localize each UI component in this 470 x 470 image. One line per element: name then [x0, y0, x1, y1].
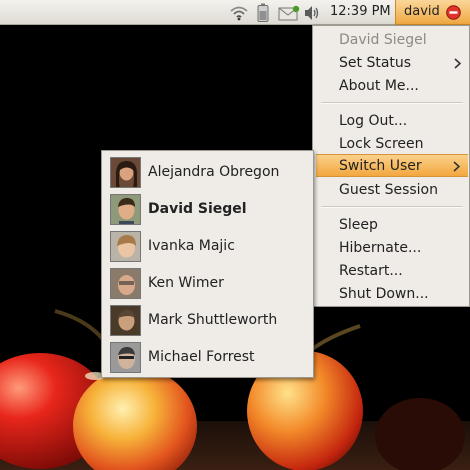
user-name: David Siegel: [148, 201, 247, 217]
menu-separator: [321, 206, 463, 208]
avatar: [110, 305, 141, 336]
avatar: [110, 268, 141, 299]
menu-item-restart[interactable]: Restart...: [313, 260, 469, 283]
menu-item-lock-screen[interactable]: Lock Screen: [313, 133, 469, 156]
user-name: Michael Forrest: [148, 349, 255, 365]
chevron-right-icon: [454, 52, 461, 75]
menu-item-about-me[interactable]: About Me...: [313, 75, 469, 98]
user-item-alejandra-obregon[interactable]: Alejandra Obregon: [107, 154, 310, 191]
menu-item-log-out[interactable]: Log Out...: [313, 110, 469, 133]
menu-item-switch-user[interactable]: Switch User: [316, 154, 468, 177]
menu-item-label: Set Status: [339, 55, 412, 71]
avatar: [110, 231, 141, 262]
user-name: Ken Wimer: [148, 275, 224, 291]
menu-item-label: Switch User: [339, 158, 422, 174]
top-panel: 12:39 PM david: [0, 0, 470, 25]
avatar: [110, 157, 141, 188]
chevron-right-icon: [453, 155, 460, 178]
menu-item-current-user: David Siegel: [339, 32, 427, 48]
user-item-ken-wimer[interactable]: Ken Wimer: [107, 265, 310, 302]
clock[interactable]: 12:39 PM: [330, 4, 391, 19]
user-name: Ivanka Majic: [148, 238, 235, 254]
power-icon: [446, 5, 461, 20]
user-button-label: david: [404, 4, 440, 19]
avatar: [110, 194, 141, 225]
user-item-david-siegel[interactable]: David Siegel: [107, 191, 310, 228]
wifi-icon[interactable]: [227, 3, 251, 22]
menu-item-set-status[interactable]: Set Status: [313, 52, 469, 75]
user-menu: David Siegel Set Status About Me... Log …: [312, 25, 470, 307]
mail-icon[interactable]: [277, 3, 301, 22]
switch-user-submenu: Alejandra Obregon David Siegel Ivanka Ma…: [101, 150, 314, 378]
battery-icon[interactable]: [253, 3, 273, 22]
user-item-michael-forrest[interactable]: Michael Forrest: [107, 339, 310, 376]
menu-separator: [321, 102, 463, 104]
user-item-ivanka-majic[interactable]: Ivanka Majic: [107, 228, 310, 265]
menu-item-guest-session[interactable]: Guest Session: [313, 179, 469, 202]
user-name: Alejandra Obregon: [148, 164, 280, 180]
user-name: Mark Shuttleworth: [148, 312, 278, 328]
menu-item-shut-down[interactable]: Shut Down...: [313, 283, 469, 306]
menu-item-hibernate[interactable]: Hibernate...: [313, 237, 469, 260]
volume-icon[interactable]: [301, 3, 323, 22]
avatar: [110, 342, 141, 373]
user-item-mark-shuttleworth[interactable]: Mark Shuttleworth: [107, 302, 310, 339]
menu-item-sleep[interactable]: Sleep: [313, 214, 469, 237]
